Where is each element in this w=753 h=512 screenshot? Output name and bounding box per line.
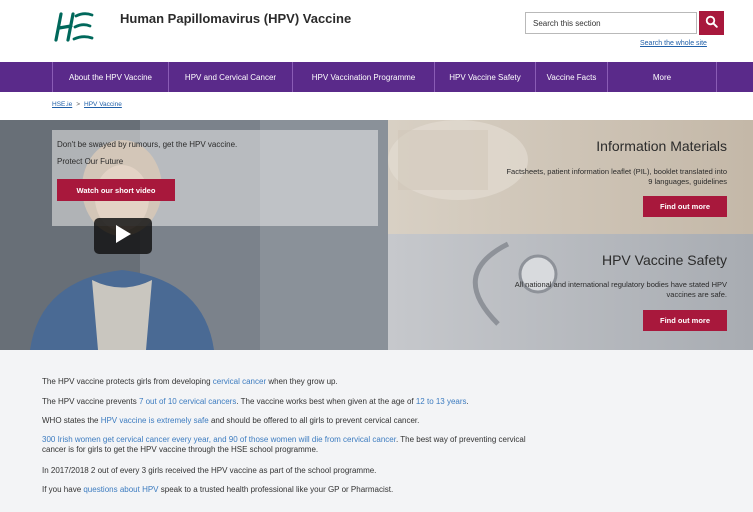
nav-hpv-vaccination-programme[interactable]: HPV Vaccination Programme [293,62,435,92]
nav-about-hpv-vaccine[interactable]: About the HPV Vaccine [52,62,169,92]
intro-paragraph-3: WHO states the HPV vaccine is extremely … [42,416,420,425]
info-find-out-more-button[interactable]: Find out more [643,196,727,217]
search-input[interactable] [525,12,697,34]
nav-vaccine-facts[interactable]: Vaccine Facts [536,62,608,92]
intro-paragraph-2: The HPV vaccine prevents 7 out of 10 cer… [42,397,469,406]
irish-women-statistic-link[interactable]: 300 Irish women get cervical cancer ever… [42,435,396,444]
site-header: Human Papillomavirus (HPV) Vaccine Searc… [0,0,753,62]
breadcrumb: HSE.ie > HPV Vaccine [52,101,122,108]
information-materials-desc: Factsheets, patient information leaflet … [506,167,727,186]
questions-about-hpv-link[interactable]: questions about HPV [83,485,158,494]
play-icon [114,224,132,249]
hero-tagline: Protect Our Future [57,157,124,166]
main-nav: About the HPV Vaccine HPV and Cervical C… [0,62,753,92]
nav-hpv-cervical-cancer[interactable]: HPV and Cervical Cancer [169,62,293,92]
play-button[interactable] [94,218,152,254]
vaccine-safe-link[interactable]: HPV vaccine is extremely safe [101,416,209,425]
hero-video[interactable] [0,120,388,350]
seven-of-ten-link[interactable]: 7 out of 10 cervical cancers [139,397,236,406]
site-title: Human Papillomavirus (HPV) Vaccine [120,11,352,26]
intro-paragraph-5: In 2017/2018 2 out of every 3 girls rece… [42,466,377,475]
intro-paragraph-6: If you have questions about HPV speak to… [42,485,394,494]
intro-paragraph-1: The HPV vaccine protects girls from deve… [42,377,338,386]
safety-find-out-more-button[interactable]: Find out more [643,310,727,331]
intro-paragraph-4: 300 Irish women get cervical cancer ever… [42,435,526,454]
search-button[interactable] [699,11,724,35]
vaccine-safety-title: HPV Vaccine Safety [601,252,727,268]
vaccine-safety-desc: All national and international regulator… [514,280,727,299]
watch-video-button[interactable]: Watch our short video [57,179,175,201]
nav-hpv-vaccine-safety[interactable]: HPV Vaccine Safety [435,62,536,92]
breadcrumb-separator: > [76,101,81,108]
nav-more[interactable]: More [608,62,717,92]
information-materials-title: Information Materials [596,138,727,154]
breadcrumb-home[interactable]: HSE.ie [52,101,72,108]
search-whole-site-link[interactable]: Search the whole site [640,40,707,47]
hse-logo[interactable] [52,10,96,44]
vaccine-safety-panel: HPV Vaccine Safety All national and inte… [388,234,753,350]
age-12-13-link[interactable]: 12 to 13 years [416,397,467,406]
search-icon [705,15,718,31]
hero-headline: Don't be swayed by rumours, get the HPV … [57,140,238,149]
cervical-cancer-link[interactable]: cervical cancer [213,377,266,386]
breadcrumb-current[interactable]: HPV Vaccine [84,101,122,108]
